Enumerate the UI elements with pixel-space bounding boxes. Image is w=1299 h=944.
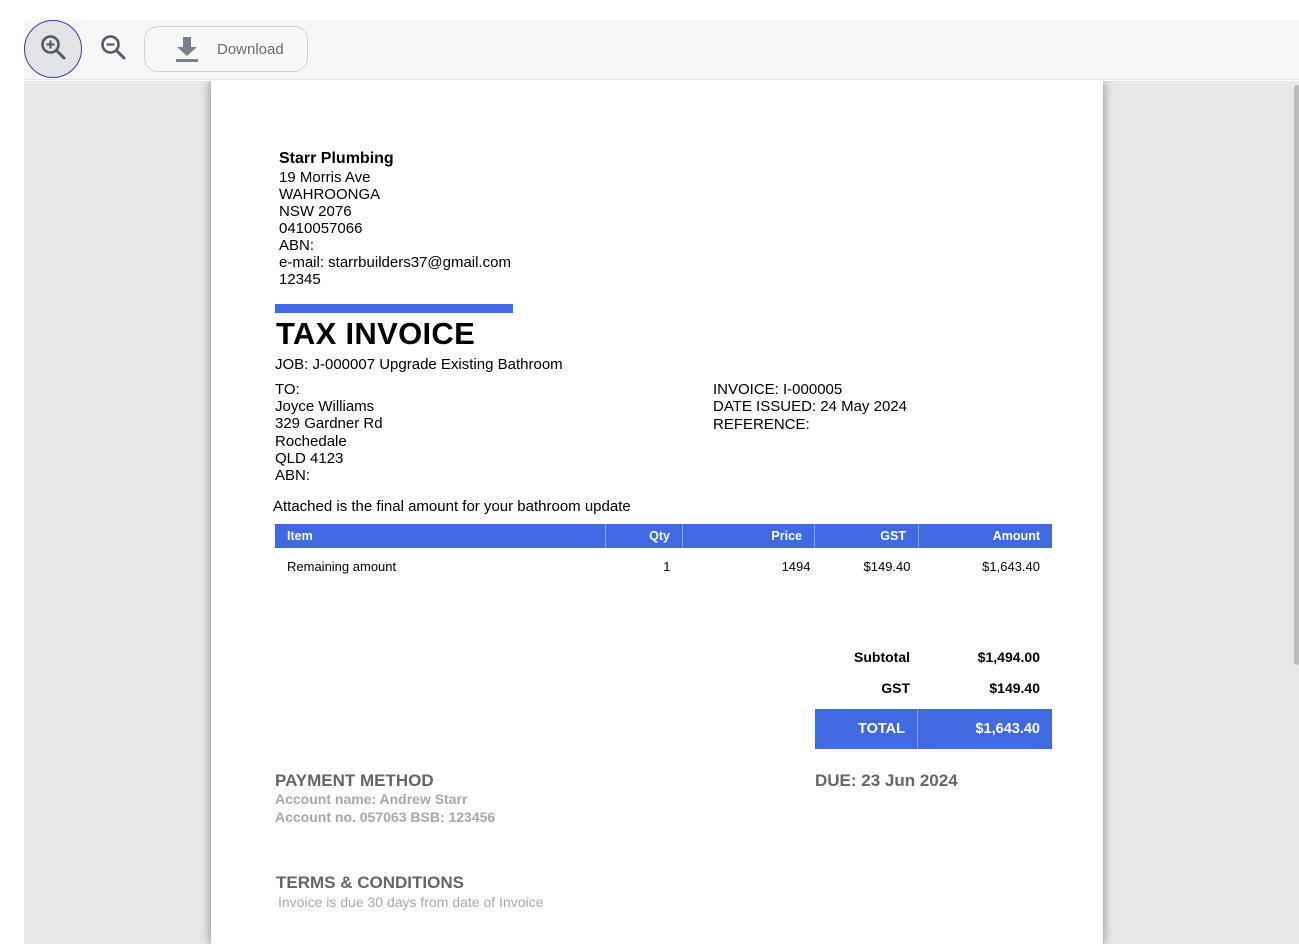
invoice-meta-block: INVOICE: I-000005 DATE ISSUED: 24 May 20… xyxy=(713,381,907,433)
payment-method-heading: PAYMENT METHOD xyxy=(275,771,434,790)
company-address: 19 Morris Ave xyxy=(279,169,371,186)
table-row: Remaining amount 1 1494 $149.40 $1,643.4… xyxy=(275,548,1052,584)
company-abn: ABN: xyxy=(279,237,315,254)
account-name: Account name: Andrew Starr xyxy=(275,791,468,807)
company-details: Starr Plumbing 19 Morris Ave WAHROONGA N… xyxy=(279,150,511,288)
line-items-table: Item Qty Price GST Amount Remaining amou… xyxy=(275,524,1052,584)
gst-label: GST xyxy=(881,680,910,696)
subtotal-value: $1,494.00 xyxy=(977,649,1040,665)
zoom-in-button[interactable] xyxy=(24,20,82,78)
header-amount: Amount xyxy=(918,524,1052,548)
reference: REFERENCE: xyxy=(713,415,810,433)
invoice-page: Starr Plumbing 19 Morris Ave WAHROONGA N… xyxy=(211,81,1103,944)
company-email: e-mail: starrbuilders37@gmail.com xyxy=(279,254,511,271)
account-number: Account no. 057063 BSB: 123456 xyxy=(275,809,496,825)
header-qty: Qty xyxy=(605,524,683,548)
header-price: Price xyxy=(682,524,815,548)
client-suburb: Rochedale xyxy=(275,432,347,450)
total-row: TOTAL $1,643.40 xyxy=(815,709,1052,749)
zoom-out-button[interactable] xyxy=(84,20,142,78)
zoom-out-icon xyxy=(99,33,127,66)
company-state-postcode: NSW 2076 xyxy=(279,203,352,220)
client-street: 329 Gardner Rd xyxy=(275,415,383,433)
cell-item: Remaining amount xyxy=(287,558,397,574)
client-state-postcode: QLD 4123 xyxy=(275,449,344,467)
total-value: $1,643.40 xyxy=(975,721,1040,737)
subtotal-row: Subtotal $1,494.00 xyxy=(815,649,1052,665)
header-gst: GST xyxy=(814,524,919,548)
company-suburb: WAHROONGA xyxy=(279,186,381,203)
due-date: DUE: 23 Jun 2024 xyxy=(815,771,958,790)
job-line: JOB: J-000007 Upgrade Existing Bathroom xyxy=(275,356,563,373)
gst-row: GST $149.40 xyxy=(815,680,1052,696)
terms-text: Invoice is due 30 days from date of Invo… xyxy=(278,894,544,910)
client-name: Joyce Williams xyxy=(275,398,375,416)
viewer-toolbar: Download xyxy=(24,20,1299,80)
invoice-number: INVOICE: I-000005 xyxy=(713,381,843,398)
cell-amount: $1,643.40 xyxy=(982,558,1040,574)
table-header-row: Item Qty Price GST Amount xyxy=(275,524,1052,548)
accent-divider xyxy=(275,304,513,313)
client-abn: ABN: xyxy=(275,467,311,485)
scrollbar-thumb[interactable] xyxy=(1294,85,1299,665)
cell-qty: 1 xyxy=(663,558,671,574)
terms-heading: TERMS & CONDITIONS xyxy=(276,873,464,892)
company-extra: 12345 xyxy=(279,271,321,288)
company-name: Starr Plumbing xyxy=(279,150,394,167)
bill-to-block: TO: Joyce Williams 329 Gardner Rd Roched… xyxy=(275,381,383,484)
subtotal-label: Subtotal xyxy=(854,649,910,665)
intro-text: Attached is the final amount for your ba… xyxy=(273,498,631,515)
date-issued: DATE ISSUED: 24 May 2024 xyxy=(713,398,907,416)
document-viewer[interactable]: Starr Plumbing 19 Morris Ave WAHROONGA N… xyxy=(24,81,1299,944)
cell-price: 1494 xyxy=(781,558,811,574)
download-label: Download xyxy=(217,40,284,58)
to-label: TO: xyxy=(275,381,300,398)
zoom-in-icon xyxy=(39,33,67,66)
download-button[interactable]: Download xyxy=(144,26,308,72)
cell-gst: $149.40 xyxy=(863,558,911,574)
header-item: Item xyxy=(275,524,606,548)
total-label: TOTAL xyxy=(815,709,918,749)
gst-value: $149.40 xyxy=(989,680,1040,696)
download-icon xyxy=(175,36,199,62)
company-phone: 0410057066 xyxy=(279,220,363,237)
invoice-title: TAX INVOICE xyxy=(276,316,476,351)
